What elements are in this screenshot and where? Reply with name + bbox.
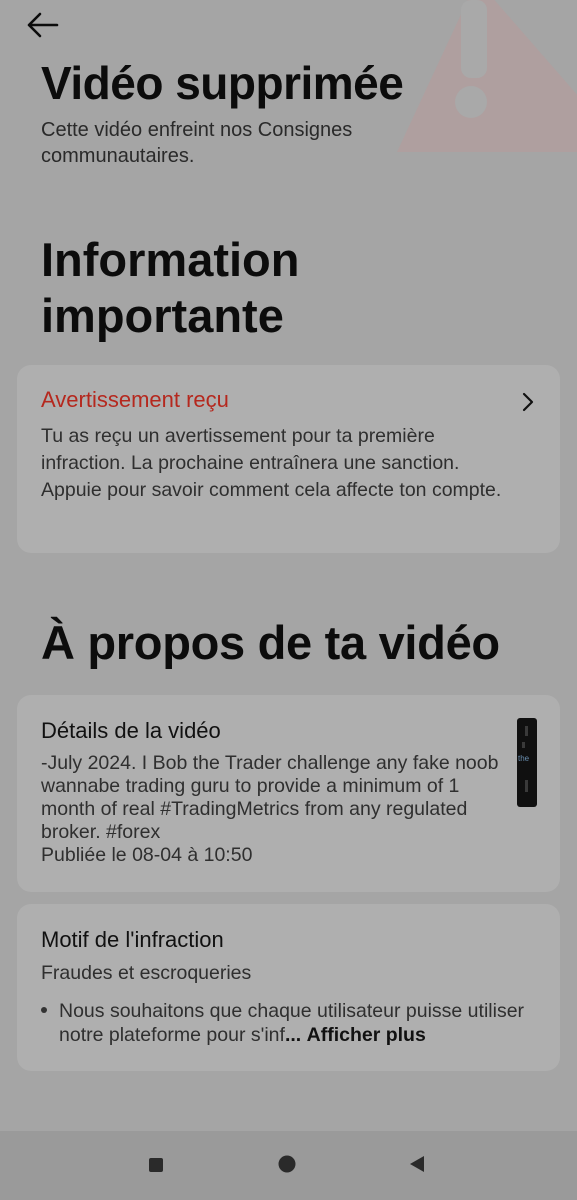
recent-apps-button[interactable] bbox=[148, 1157, 164, 1178]
system-nav-bar bbox=[0, 1131, 577, 1200]
video-details-card: Détails de la vidéo -July 2024. I Bob th… bbox=[17, 695, 560, 892]
important-info-heading: Information importante bbox=[41, 233, 300, 342]
page-title: Vidéo supprimée bbox=[41, 57, 404, 109]
video-description: -July 2024. I Bob the Trader challenge a… bbox=[41, 752, 499, 843]
violation-ellipsis: ... bbox=[284, 1024, 302, 1046]
circle-icon bbox=[278, 1155, 296, 1173]
page-subtitle: Cette vidéo enfreint nos Consignes commu… bbox=[41, 119, 353, 167]
square-icon bbox=[149, 1158, 163, 1172]
video-thumbnail-text: the bbox=[518, 754, 530, 763]
arrow-left-icon bbox=[27, 12, 59, 38]
home-button[interactable] bbox=[277, 1154, 297, 1179]
about-video-heading: À propos de ta vidéo bbox=[41, 616, 500, 669]
violation-title: Motif de l'infraction bbox=[41, 927, 224, 952]
bullet-icon bbox=[41, 1007, 47, 1013]
warning-card[interactable]: Avertissement reçu Tu as reçu un avertis… bbox=[17, 365, 560, 553]
violation-category: Fraudes et escroqueries bbox=[41, 962, 252, 984]
back-nav-button[interactable] bbox=[408, 1155, 426, 1178]
video-thumbnail[interactable]: the bbox=[517, 718, 537, 807]
warning-title: Avertissement reçu bbox=[41, 387, 229, 412]
triangle-back-icon bbox=[410, 1156, 424, 1172]
chevron-right-icon bbox=[522, 392, 534, 412]
violation-text-block: Nous souhaitons que chaque utilisateur p… bbox=[59, 999, 549, 1047]
violation-reason-card: Motif de l'infraction Fraudes et escroqu… bbox=[17, 904, 560, 1071]
warning-body: Tu as reçu un avertissement pour ta prem… bbox=[41, 425, 502, 501]
video-details-body: -July 2024. I Bob the Trader challenge a… bbox=[41, 752, 501, 867]
video-details-title: Détails de la vidéo bbox=[41, 718, 221, 743]
video-published-date: Publiée le 08-04 à 10:50 bbox=[41, 844, 253, 866]
show-more-link[interactable]: Afficher plus bbox=[307, 1024, 426, 1046]
back-button[interactable] bbox=[22, 8, 62, 42]
